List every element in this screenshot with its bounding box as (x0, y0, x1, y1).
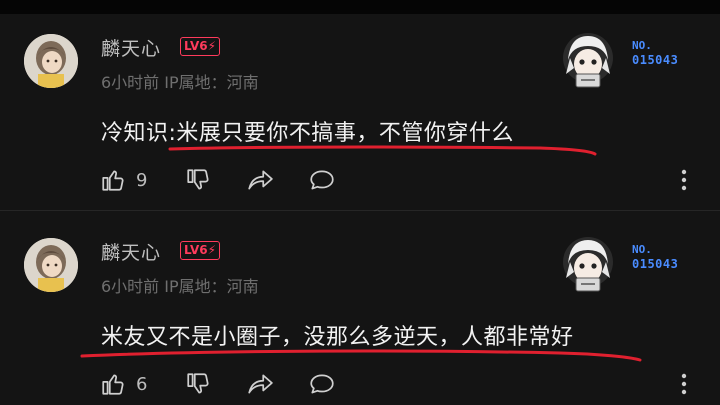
reply-button[interactable] (308, 164, 336, 196)
reply-button[interactable] (308, 368, 336, 400)
more-vertical-icon (681, 373, 687, 395)
top-bar (0, 0, 720, 14)
comment-icon (310, 170, 334, 190)
avatar-image (24, 238, 78, 292)
dislike-button[interactable] (185, 368, 211, 400)
avatar-image (24, 34, 78, 88)
anime-character-sticker-icon (563, 33, 613, 88)
more-options-button[interactable] (676, 370, 692, 398)
share-button[interactable] (246, 368, 274, 400)
comment-divider (0, 210, 720, 211)
comment-item: 麟天心 LV6⚡ 6小时前 IP属地：河南 NO. 015043 米友又不是小圈… (0, 218, 720, 405)
fan-number: NO. 015043 (632, 39, 694, 67)
level-badge: LV6⚡ (180, 37, 221, 56)
comment-time: 6小时前 (101, 73, 160, 92)
username[interactable]: 麟天心 (101, 238, 161, 265)
comment-item: 麟天心 LV6⚡ 6小时前 IP属地：河南 NO. 015043 冷知识:米展只… (0, 14, 720, 206)
fan-number-value: 015043 (632, 257, 679, 271)
ip-location: IP属地：河南 (164, 277, 259, 296)
fan-number-label: NO. (632, 243, 652, 256)
avatar[interactable] (24, 238, 78, 292)
fan-number-label: NO. (632, 39, 652, 52)
comment-feed: 麟天心 LV6⚡ 6小时前 IP属地：河南 NO. 015043 冷知识:米展只… (0, 0, 720, 405)
more-vertical-icon (681, 169, 687, 191)
comment-icon (310, 374, 334, 394)
anime-character-sticker-icon (563, 237, 613, 292)
thumbs-up-icon (102, 170, 124, 191)
share-icon (248, 170, 273, 190)
comment-meta: 6小时前 IP属地：河南 (101, 273, 259, 297)
fan-number-value: 015043 (632, 53, 679, 67)
share-icon (248, 374, 273, 394)
ip-location: IP属地：河南 (164, 73, 259, 92)
level-badge: LV6⚡ (180, 241, 221, 260)
more-options-button[interactable] (676, 166, 692, 194)
red-underline-annotation (168, 145, 597, 156)
comment-time: 6小时前 (101, 277, 160, 296)
dislike-button[interactable] (185, 164, 211, 196)
like-count: 6 (136, 373, 148, 395)
fan-badge-sticker (560, 30, 616, 90)
comment-actions: 6 (100, 368, 700, 400)
fan-number: NO. 015043 (632, 243, 694, 271)
thumbs-down-icon (187, 373, 209, 394)
comment-actions: 9 (100, 164, 700, 196)
thumbs-down-icon (187, 169, 209, 190)
share-button[interactable] (246, 164, 274, 196)
like-button[interactable]: 9 (100, 164, 147, 196)
like-count: 9 (136, 169, 148, 191)
avatar[interactable] (24, 34, 78, 88)
like-button[interactable]: 6 (100, 368, 147, 400)
username[interactable]: 麟天心 (101, 34, 161, 61)
fan-badge-sticker (560, 234, 616, 294)
thumbs-up-icon (102, 374, 124, 395)
comment-meta: 6小时前 IP属地：河南 (101, 69, 259, 93)
